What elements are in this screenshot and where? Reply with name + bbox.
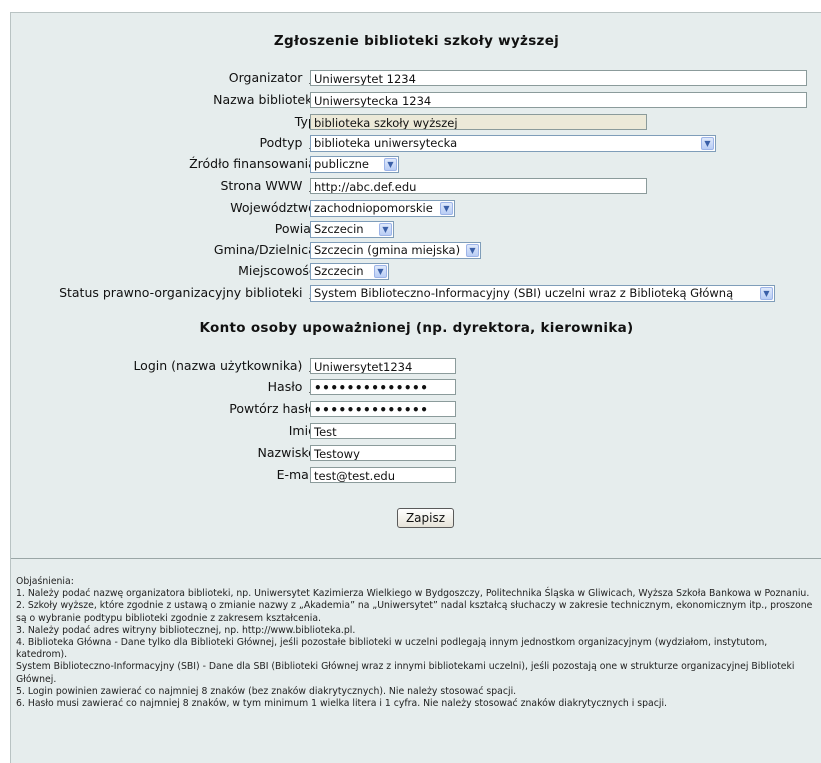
login-field[interactable]: Uniwersytet1234 xyxy=(310,358,456,374)
label-login: Login (nazwa użytkownika) 5: xyxy=(133,357,320,377)
account-title: Konto osoby upoważnionej (np. dyrektora,… xyxy=(199,320,634,336)
notes-section: Objaśnienia: 1. Należy podać nazwę organ… xyxy=(16,576,816,710)
note-item: 6. Hasło musi zawierać co najmniej 8 zna… xyxy=(16,698,667,710)
status-select[interactable]: System Biblioteczno-Informacyjny (SBI) u… xyxy=(310,285,775,302)
note-item: 2. Szkoły wyższe, które zgodnie z ustawą… xyxy=(16,600,813,624)
note-item: 1. Należy podać nazwę organizatora bibli… xyxy=(16,588,810,600)
note-item: 4. Biblioteka Główna - Dane tylko dla Bi… xyxy=(16,637,768,661)
wojewodztwo-select[interactable]: zachodniopomorskie ▼ xyxy=(310,200,455,217)
label-powtorz-haslo: Powtórz hasło: xyxy=(229,401,320,416)
note-item: 5. Login powinien zawierać co najmniej 8… xyxy=(16,685,517,697)
label-organizator: Organizator 1: xyxy=(229,69,320,89)
note-item: 3. Należy podać adres witryny bibliotecz… xyxy=(16,624,356,636)
password-confirm-field[interactable]: •••••••••••••• xyxy=(310,401,456,417)
notes-heading: Objaśnienia: xyxy=(16,576,74,587)
chevron-down-icon: ▼ xyxy=(379,223,392,236)
zrodlo-finansowania-select[interactable]: publiczne ▼ xyxy=(310,156,399,173)
imie-field[interactable]: Test xyxy=(310,423,456,439)
chevron-down-icon: ▼ xyxy=(440,202,453,215)
form-title: Zgłoszenie biblioteki szkoły wyższej xyxy=(273,33,560,49)
miejscowosc-select[interactable]: Szczecin ▼ xyxy=(310,263,389,280)
password-field[interactable]: •••••••••••••• xyxy=(310,379,456,395)
email-field[interactable]: test@test.edu xyxy=(310,467,456,483)
label-wojewodztwo: Województwo: xyxy=(230,200,320,215)
label-zrodlo-finansowania: Źródło finansowania: xyxy=(189,156,320,171)
label-miejscowosc: Miejscowość: xyxy=(238,263,320,278)
chevron-down-icon: ▼ xyxy=(701,137,714,150)
label-strona-www: Strona WWW 3: xyxy=(220,177,320,197)
gmina-select[interactable]: Szczecin (gmina miejska) ▼ xyxy=(310,242,481,259)
chevron-down-icon: ▼ xyxy=(760,287,773,300)
divider xyxy=(11,558,821,559)
nazwa-biblioteki-field[interactable]: Uniwersytecka 1234 xyxy=(310,92,807,108)
form-panel: Zgłoszenie biblioteki szkoły wyższej Org… xyxy=(10,12,821,763)
chevron-down-icon: ▼ xyxy=(374,265,387,278)
label-nazwa-biblioteki: Nazwa biblioteki: xyxy=(213,92,320,107)
podtyp-select[interactable]: biblioteka uniwersytecka ▼ xyxy=(310,135,716,152)
organizator-field[interactable]: Uniwersytet 1234 xyxy=(310,70,807,86)
chevron-down-icon: ▼ xyxy=(466,244,479,257)
label-status: Status prawno-organizacyjny biblioteki 4… xyxy=(59,284,320,304)
chevron-down-icon: ▼ xyxy=(384,158,397,171)
nazwisko-field[interactable]: Testowy xyxy=(310,445,456,461)
strona-www-field[interactable]: http://abc.def.edu xyxy=(310,178,647,194)
powiat-select[interactable]: Szczecin ▼ xyxy=(310,221,394,238)
note-item: System Biblioteczno-Informacyjny (SBI) -… xyxy=(16,661,795,685)
typ-field: biblioteka szkoły wyższej xyxy=(310,114,647,130)
save-button[interactable]: Zapisz xyxy=(397,508,454,528)
label-gmina: Gmina/Dzielnica: xyxy=(213,242,320,257)
